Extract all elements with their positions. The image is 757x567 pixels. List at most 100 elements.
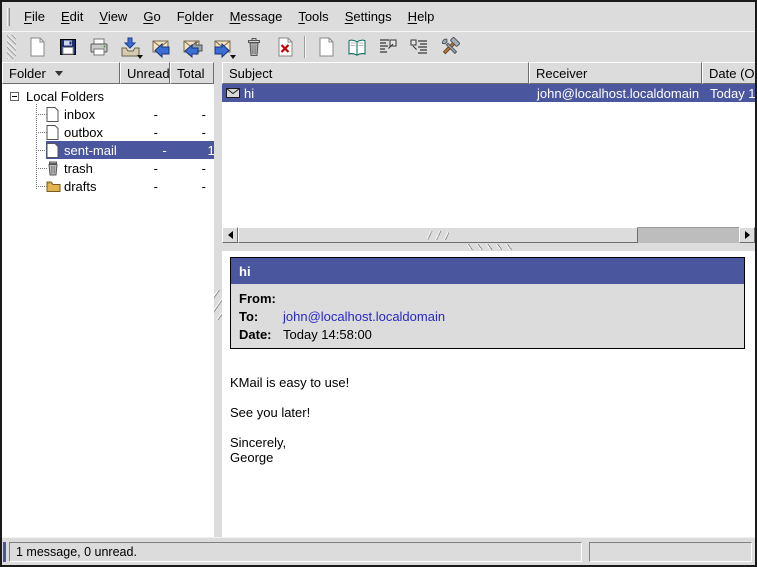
sort-arrow-icon [55, 71, 63, 76]
file-icon [46, 143, 64, 158]
save-button[interactable] [54, 34, 81, 61]
menu-message[interactable]: Message [222, 7, 291, 26]
folder-pane: Folder Unread Total Local [2, 62, 214, 537]
folder-root-local-folders[interactable]: Local Folders [2, 87, 214, 105]
header-field-date: Date: Today 14:58:00 [239, 325, 744, 343]
statusbar-message-panel: 1 message, 0 unread. [9, 542, 582, 562]
page-red-x-icon [274, 36, 296, 58]
horizontal-splitter[interactable] [222, 243, 755, 251]
message-header-block: hi From: To: john@localhost.localdomain … [230, 257, 745, 349]
menubar: File Edit View Go Folder Message Tools S… [2, 2, 755, 31]
folder-item-outbox[interactable]: outbox - - [2, 123, 214, 141]
folder-tree: Local Folders inbox - - outbox [2, 84, 214, 537]
message-list-empty-area [222, 102, 755, 227]
statusbar-right-panel [589, 542, 752, 562]
scroll-right-button[interactable] [739, 227, 755, 243]
thread-in-button[interactable] [405, 34, 432, 61]
column-header-receiver[interactable]: Receiver [529, 62, 702, 84]
folder-item-inbox[interactable]: inbox - - [2, 105, 214, 123]
menu-help[interactable]: Help [400, 7, 443, 26]
folder-item-trash[interactable]: trash - - [2, 159, 214, 177]
scrollbar-track[interactable] [638, 227, 739, 243]
blank-page-icon [26, 36, 48, 58]
printer-icon [88, 36, 110, 58]
print-button[interactable] [85, 34, 112, 61]
list-arrow-out-icon [377, 36, 399, 58]
message-list-header: Subject Receiver Date (O [222, 62, 755, 84]
column-header-subject[interactable]: Subject [222, 62, 529, 84]
to-address-link[interactable]: john@localhost.localdomain [283, 309, 445, 324]
envelope-icon [226, 88, 240, 98]
menu-go[interactable]: Go [135, 7, 168, 26]
collapse-expander-icon[interactable] [10, 92, 19, 101]
thread-out-button[interactable] [374, 34, 401, 61]
check-mail-button[interactable] [116, 34, 143, 61]
tree-lines [36, 132, 47, 133]
dropdown-arrow-icon [230, 55, 236, 59]
trash-button[interactable] [240, 34, 267, 61]
new-message-button[interactable] [23, 34, 50, 61]
address-book-button[interactable] [343, 34, 370, 61]
folder-icon [46, 180, 64, 193]
list-arrow-in-icon [408, 36, 430, 58]
envelope-reply-all-arrows-icon [181, 36, 203, 58]
open-book-icon [346, 36, 368, 58]
header-field-from: From: [239, 289, 744, 307]
kmail-window: File Edit View Go Folder Message Tools S… [0, 0, 757, 567]
folder-list-header: Folder Unread Total [2, 62, 214, 84]
tree-lines [36, 150, 47, 151]
tree-lines [36, 186, 47, 187]
toolbar-drag-handle[interactable] [7, 35, 16, 59]
menu-folder[interactable]: Folder [169, 7, 222, 26]
forward-button[interactable] [209, 34, 236, 61]
menu-settings[interactable]: Settings [337, 7, 400, 26]
trash-can-icon [243, 36, 265, 58]
tree-lines [36, 114, 47, 115]
delete-button[interactable] [271, 34, 298, 61]
vertical-splitter[interactable] [214, 62, 222, 537]
message-preview-pane: hi From: To: john@localhost.localdomain … [222, 251, 755, 537]
menubar-drag-handle[interactable] [7, 8, 10, 26]
column-header-date[interactable]: Date (O [702, 62, 755, 84]
menu-file[interactable]: File [16, 7, 53, 26]
statusbar-message: 1 message, 0 unread. [16, 545, 137, 559]
dropdown-arrow-icon [137, 55, 143, 59]
reply-button[interactable] [147, 34, 174, 61]
thumb-grip [427, 231, 449, 240]
file-icon [46, 125, 64, 140]
hammer-wrench-icon [439, 36, 461, 58]
menu-view[interactable]: View [91, 7, 135, 26]
column-header-folder-label: Folder [9, 66, 46, 81]
header-field-to: To: john@localhost.localdomain [239, 307, 744, 325]
splitter-grip [467, 244, 513, 250]
mail-tools-button[interactable] [436, 34, 463, 61]
column-header-total[interactable]: Total [170, 62, 214, 84]
menu-tools[interactable]: Tools [290, 7, 336, 26]
message-title-bar: hi [231, 258, 744, 284]
tree-lines [36, 168, 47, 169]
new-window-button[interactable] [312, 34, 339, 61]
folder-item-drafts[interactable]: drafts - - [2, 177, 214, 195]
file-icon [46, 107, 64, 122]
message-date: Today 14:58 [702, 86, 755, 101]
column-header-unread[interactable]: Unread [120, 62, 170, 84]
toolbar-separator [304, 36, 306, 58]
right-column: Subject Receiver Date (O hi john@localho… [222, 62, 755, 537]
menu-edit[interactable]: Edit [53, 7, 91, 26]
folder-item-sent-mail[interactable]: sent-mail - 1 [2, 141, 214, 159]
floppy-disk-icon [57, 36, 79, 58]
horizontal-scrollbar[interactable] [222, 227, 755, 243]
blank-page-icon [315, 36, 337, 58]
scrollbar-thumb[interactable] [238, 227, 638, 243]
splitter-grip [214, 290, 222, 320]
message-row[interactable]: hi john@localhost.localdomain Today 14:5… [222, 84, 755, 102]
reply-all-button[interactable] [178, 34, 205, 61]
message-body: KMail is easy to use! See you later! Sin… [230, 375, 743, 465]
right-arrow-icon [745, 231, 750, 239]
statusbar: 1 message, 0 unread. [2, 537, 755, 565]
scroll-left-button[interactable] [222, 227, 238, 243]
main-area: Folder Unread Total Local [2, 62, 755, 537]
left-arrow-icon [228, 231, 233, 239]
toolbar [2, 31, 755, 62]
column-header-folder[interactable]: Folder [2, 62, 120, 84]
